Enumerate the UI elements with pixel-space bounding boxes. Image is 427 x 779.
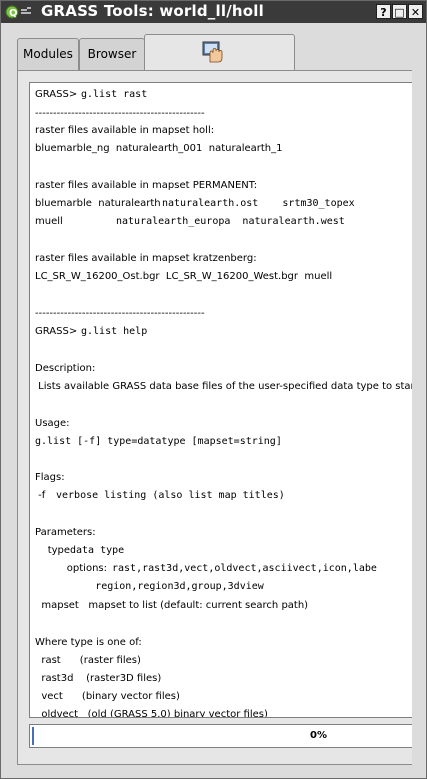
output-line-text: raster files available in mapset holl:: [35, 125, 215, 136]
output-line: ----------------------------------------…: [35, 308, 205, 320]
output-line: LC_SR_W_16200_Ost.bgr LC_SR_W_16200_West…: [35, 271, 332, 283]
output-line: options: rast,rast3d,vect,oldvect,asciive…: [35, 563, 377, 575]
output-line-text: type: [35, 545, 71, 556]
progress-fill: [32, 727, 34, 745]
tab-modules[interactable]: Modules: [17, 38, 79, 70]
output-line: mapset mapset to list (default: current …: [35, 600, 308, 612]
output-line-text: Usage:: [35, 418, 70, 429]
output-line-text: GRASS>: [35, 326, 78, 337]
tab-shell[interactable]: [144, 34, 295, 71]
output-line: Flags:: [35, 472, 65, 484]
output-line-text: bluemarble naturalearth: [35, 198, 161, 209]
output-line: -f verbose listing (also list map titles): [35, 490, 285, 502]
qgis-menu-icon[interactable]: Q: [5, 4, 35, 20]
output-line-text: mapset mapset to list (default: current …: [35, 600, 309, 611]
output-line-text: Where type is one of:: [35, 637, 142, 648]
output-line-command: g.list rast: [81, 89, 148, 100]
output-line-command: g.list [-f] type=datatype [mapset=string…: [35, 436, 282, 447]
output-line: oldvect (old (GRASS 5.0) binary vector f…: [35, 709, 268, 718]
progress-label: 0%: [310, 730, 327, 741]
output-line: Usage:: [35, 418, 70, 430]
help-button[interactable]: ?: [376, 4, 391, 19]
tab-modules-label: Modules: [23, 47, 73, 61]
output-line: bluemarble_ng naturalearth_001 naturalea…: [35, 143, 283, 155]
output-line-text: rast3d (raster3D files): [35, 673, 162, 684]
output-line: raster files available in mapset holl:: [35, 125, 214, 137]
output-line: type data type: [35, 545, 124, 557]
tab-browser-label: Browser: [87, 47, 137, 61]
output-line-text: vect (binary vector files): [35, 691, 180, 702]
output-line-text: ----------------------------------------…: [35, 108, 205, 119]
output-line-text: raster files available in mapset kratzen…: [35, 253, 257, 264]
output-line: rast3d (raster3D files): [35, 673, 161, 685]
output-line-command: rast,rast3d,vect,oldvect,asciivect,icon,…: [112, 563, 377, 574]
output-line-text: Flags:: [35, 472, 65, 483]
grass-tools-window: Q GRASS Tools: world_ll/holl ? □ ✕ Modul…: [0, 0, 427, 779]
command-output[interactable]: GRASS> g.list rast -----------------------…: [29, 82, 412, 718]
maximize-button[interactable]: □: [392, 4, 407, 19]
output-line-command: verbose listing (also list map titles): [56, 490, 285, 501]
output-line-command: g.list help: [81, 326, 148, 337]
window-title: GRASS Tools: world_ll/holl: [41, 2, 264, 20]
output-line: raster files available in mapset PERMANE…: [35, 180, 257, 192]
output-line-text: GRASS>: [35, 89, 78, 100]
output-line: Lists available GRASS data base files of…: [35, 381, 412, 393]
output-line-text: Description:: [35, 363, 96, 374]
output-line: muell naturalearth_europa naturalearth.we…: [35, 216, 345, 228]
close-button[interactable]: ✕: [408, 4, 423, 19]
output-line-text: LC_SR_W_16200_Ost.bgr LC_SR_W_16200_West…: [35, 271, 333, 282]
progress-bar: 0%: [29, 724, 412, 748]
output-line-text: Parameters:: [35, 527, 96, 538]
output-line: vect (binary vector files): [35, 691, 180, 703]
output-line-text: ----------------------------------------…: [35, 308, 205, 319]
output-line-command: data type: [70, 545, 125, 556]
output-line-text: oldvect (old (GRASS 5.0) binary vector f…: [35, 709, 268, 718]
shell-hand-icon: [202, 41, 223, 63]
output-line-text: -f: [35, 490, 46, 501]
output-line-text: raster files available in mapset PERMANE…: [35, 180, 258, 191]
tab-browser[interactable]: Browser: [79, 38, 145, 70]
output-line: Where type is one of:: [35, 637, 142, 649]
output-line: rast (raster files): [35, 655, 141, 667]
output-line-command: naturalearth_europa naturalearth.west: [116, 216, 345, 227]
output-line: bluemarble naturalearth naturalearth.ost …: [35, 198, 355, 210]
output-line-text: muell: [35, 216, 63, 227]
output-line: Description:: [35, 363, 95, 375]
svg-text:Q: Q: [9, 8, 18, 19]
output-line-text: options:: [35, 563, 107, 574]
output-line-text: Lists available GRASS data base files of…: [35, 381, 412, 392]
output-line-command: naturalearth.ost srtm30_topex: [162, 198, 355, 209]
output-line: GRASS> g.list rast: [35, 89, 147, 101]
output-line: raster files available in mapset kratzen…: [35, 253, 257, 265]
output-line: GRASS> g.list help: [35, 326, 147, 338]
output-line-text: rast (raster files): [35, 655, 141, 666]
output-line-command: region,region3d,group,3dview: [35, 581, 264, 592]
title-bar[interactable]: Q GRASS Tools: world_ll/holl ? □ ✕: [1, 1, 426, 23]
output-line: ----------------------------------------…: [35, 108, 205, 120]
output-line-text: bluemarble_ng naturalearth_001 naturalea…: [35, 143, 283, 154]
output-line: Parameters:: [35, 527, 96, 539]
